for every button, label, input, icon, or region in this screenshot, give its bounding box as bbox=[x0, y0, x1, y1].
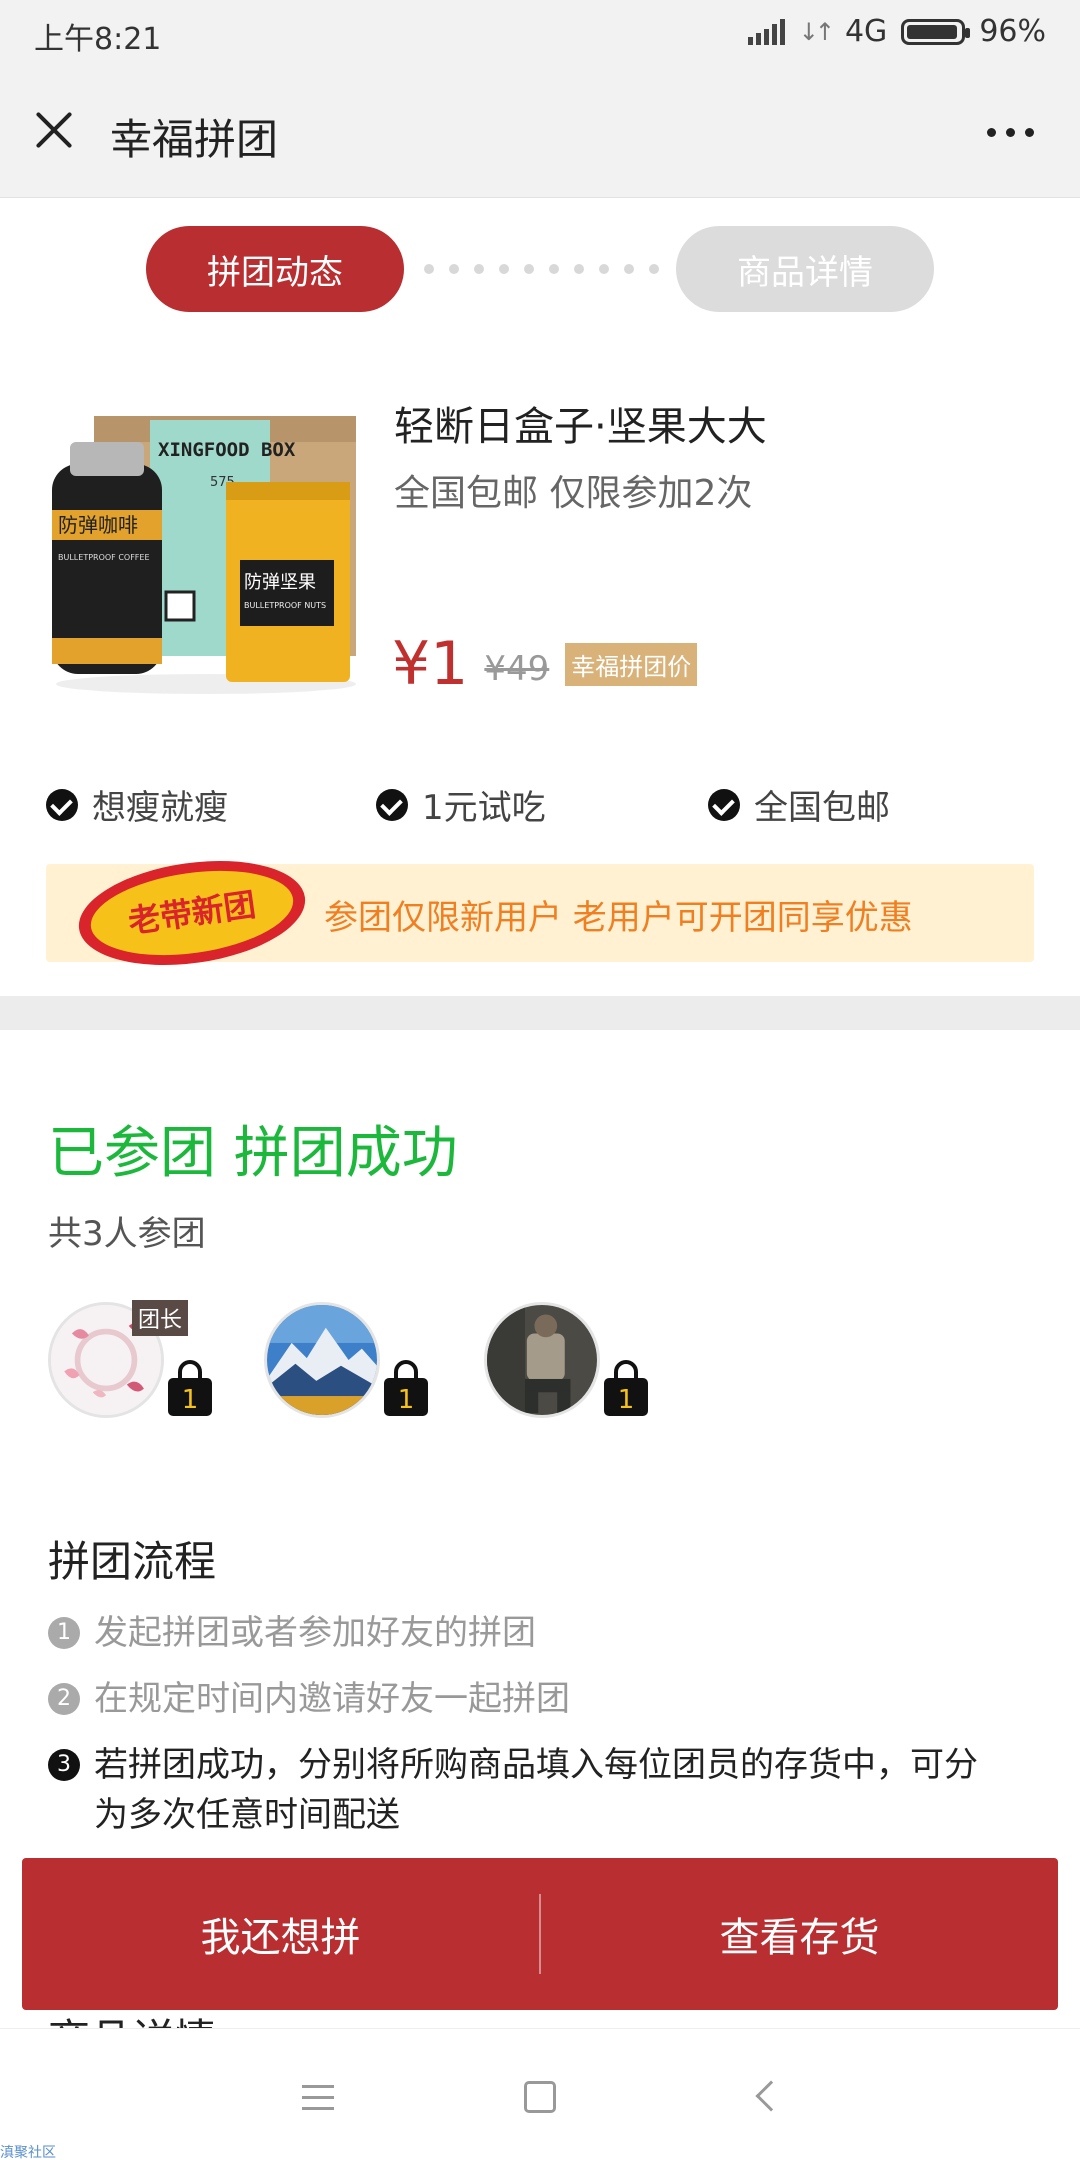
action-bar: 我还想拼 查看存货 bbox=[22, 1858, 1058, 2010]
step-text: 若拼团成功，分别将所购商品填入每位团员的存货中，可分为多次任意时间配送 bbox=[94, 1745, 978, 1835]
status-icons: ↓↑ 4G 96% bbox=[747, 14, 1046, 49]
box-text: XINGFOOD BOX bbox=[158, 439, 296, 461]
join-again-button[interactable]: 我还想拼 bbox=[22, 1858, 539, 2010]
process-step: 3 若拼团成功，分别将所购商品填入每位团员的存货中，可分为多次任意时间配送 bbox=[48, 1740, 1008, 1840]
close-icon[interactable] bbox=[34, 110, 74, 150]
feature-label: 1元试吃 bbox=[422, 788, 546, 828]
data-arrows-icon: ↓↑ bbox=[798, 17, 835, 46]
leader-badge: 团长 bbox=[132, 1300, 189, 1336]
home-icon[interactable] bbox=[524, 2081, 556, 2113]
tab-connector-dots bbox=[424, 264, 659, 274]
status-time: 上午8:21 bbox=[34, 22, 162, 57]
check-icon bbox=[46, 788, 78, 821]
bag-count: 1 bbox=[182, 1385, 199, 1415]
promo-text: 参团仅限新用户 老用户可开团同享优惠 bbox=[324, 898, 913, 938]
feature-item: 全国包邮 bbox=[708, 780, 890, 829]
member-count: 共3人参团 bbox=[48, 1214, 206, 1254]
feature-item: 想瘦就瘦 bbox=[46, 780, 228, 829]
feature-label: 全国包邮 bbox=[754, 788, 890, 828]
member: 1 bbox=[264, 1302, 428, 1432]
shopping-bag-icon: 1 bbox=[168, 1360, 212, 1416]
price-badge: 幸福拼团价 bbox=[565, 643, 698, 686]
check-icon bbox=[376, 788, 408, 821]
back-icon[interactable] bbox=[755, 2080, 787, 2112]
feature-label: 想瘦就瘦 bbox=[92, 788, 228, 828]
promo-banner: 老带新团 参团仅限新用户 老用户可开团同享优惠 bbox=[46, 861, 1034, 965]
page: 上午8:21 ↓↑ 4G 96% 幸福拼团 拼团动态 商品详情 XINGFOOD… bbox=[0, 0, 1080, 2160]
battery-percent: 96% bbox=[979, 14, 1046, 49]
bag-sub: BULLETPROOF NUTS bbox=[244, 601, 326, 610]
bag-count: 1 bbox=[398, 1385, 415, 1415]
step-tabs: 拼团动态 商品详情 bbox=[0, 226, 1080, 312]
network-type: 4G bbox=[844, 14, 888, 49]
avatar bbox=[484, 1302, 600, 1418]
step-number: 2 bbox=[48, 1683, 80, 1715]
step-number: 3 bbox=[48, 1749, 80, 1781]
product-title: 轻断日盒子·坚果大大 bbox=[394, 404, 767, 450]
view-inventory-button[interactable]: 查看存货 bbox=[541, 1858, 1058, 2010]
section-divider bbox=[0, 996, 1080, 1030]
more-icon[interactable] bbox=[987, 128, 1034, 137]
product-subtitle: 全国包邮 仅限参加2次 bbox=[394, 473, 753, 514]
bottle-sub: BULLETPROOF COFFEE bbox=[58, 553, 150, 562]
signal-icon bbox=[747, 18, 785, 45]
process-title: 拼团流程 bbox=[48, 1537, 217, 1586]
bottle-label: 防弹咖啡 bbox=[58, 513, 138, 537]
feature-item: 1元试吃 bbox=[376, 780, 546, 829]
system-nav-bar bbox=[0, 2028, 1080, 2160]
member-leader: 团长 1 bbox=[48, 1300, 212, 1432]
watermark: 滇聚社区 bbox=[0, 2145, 56, 2160]
tab-product-details[interactable]: 商品详情 bbox=[676, 226, 934, 312]
promo-badge: 老带新团 bbox=[78, 861, 306, 965]
step-text: 在规定时间内邀请好友一起拼团 bbox=[94, 1679, 570, 1719]
price-row: ¥1 ¥49 幸福拼团价 bbox=[392, 629, 698, 699]
process-step: 2 在规定时间内邀请好友一起拼团 bbox=[48, 1674, 570, 1724]
avatar bbox=[264, 1302, 380, 1418]
top-bar: 上午8:21 ↓↑ 4G 96% 幸福拼团 bbox=[0, 0, 1080, 198]
original-price: ¥49 bbox=[484, 649, 550, 690]
shopping-bag-icon: 1 bbox=[384, 1360, 428, 1416]
step-text: 发起拼团或者参加好友的拼团 bbox=[94, 1613, 536, 1653]
battery-icon bbox=[901, 18, 971, 45]
bag-label: 防弹坚果 bbox=[244, 572, 316, 593]
product-image: XINGFOOD BOX 575 防弹咖啡 BULLETPROOF COFFEE… bbox=[52, 416, 356, 694]
page-title: 幸福拼团 bbox=[110, 115, 279, 164]
bag-count: 1 bbox=[618, 1385, 635, 1415]
feature-list: 想瘦就瘦 1元试吃 全国包邮 bbox=[46, 780, 1036, 830]
member: 1 bbox=[484, 1302, 648, 1432]
group-price: ¥1 bbox=[392, 629, 469, 699]
group-status: 已参团 拼团成功 bbox=[48, 1121, 458, 1186]
tab-group-activity[interactable]: 拼团动态 bbox=[146, 226, 404, 312]
step-number: 1 bbox=[48, 1617, 80, 1649]
shopping-bag-icon: 1 bbox=[604, 1360, 648, 1416]
process-step: 1 发起拼团或者参加好友的拼团 bbox=[48, 1608, 536, 1658]
check-icon bbox=[708, 788, 740, 821]
menu-icon[interactable] bbox=[302, 2085, 334, 2111]
